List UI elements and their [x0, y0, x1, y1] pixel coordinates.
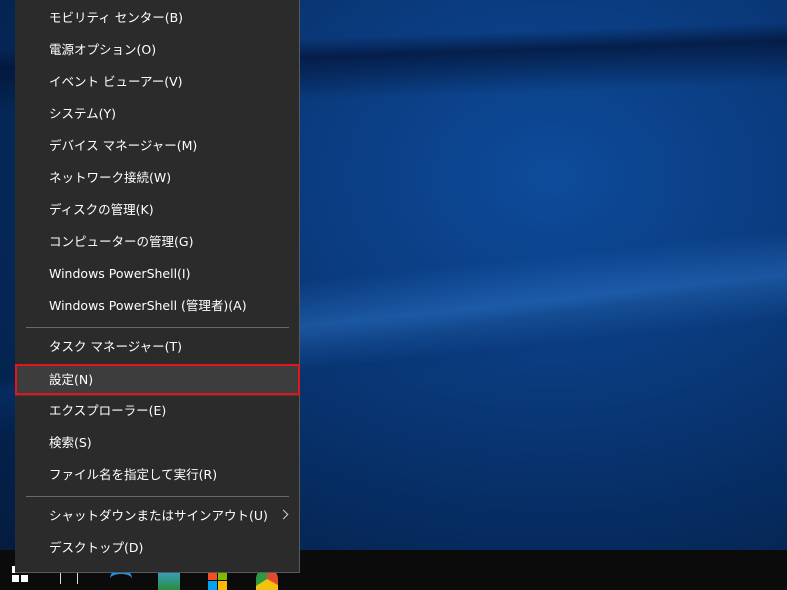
- menu-item-desktop[interactable]: デスクトップ(D): [15, 532, 299, 564]
- menu-item-run[interactable]: ファイル名を指定して実行(R): [15, 459, 299, 491]
- menu-item-settings[interactable]: 設定(N): [15, 364, 299, 396]
- menu-item-label: 検索(S): [49, 435, 92, 450]
- menu-item-label: シャットダウンまたはサインアウト(U): [49, 508, 268, 523]
- winx-context-menu: モビリティ センター(B) 電源オプション(O) イベント ビューアー(V) シ…: [15, 0, 300, 573]
- menu-item-label: システム(Y): [49, 106, 117, 121]
- menu-item-power-options[interactable]: 電源オプション(O): [15, 34, 299, 66]
- wallpaper-light-beam: [290, 227, 787, 373]
- menu-item-system[interactable]: システム(Y): [15, 98, 299, 130]
- menu-item-computer-management[interactable]: コンピューターの管理(G): [15, 226, 299, 258]
- menu-item-label: ディスクの管理(K): [49, 202, 154, 217]
- menu-item-network-connections[interactable]: ネットワーク接続(W): [15, 162, 299, 194]
- menu-item-label: モビリティ センター(B): [49, 10, 184, 25]
- menu-item-mobility-center[interactable]: モビリティ センター(B): [15, 2, 299, 34]
- menu-separator: [26, 327, 289, 328]
- menu-separator: [26, 496, 289, 497]
- menu-item-event-viewer[interactable]: イベント ビューアー(V): [15, 66, 299, 98]
- menu-item-label: ネットワーク接続(W): [49, 170, 172, 185]
- menu-item-label: イベント ビューアー(V): [49, 74, 183, 89]
- menu-item-task-manager[interactable]: タスク マネージャー(T): [15, 331, 299, 363]
- menu-item-shutdown-signout[interactable]: シャットダウンまたはサインアウト(U): [15, 500, 299, 532]
- menu-item-label: 電源オプション(O): [49, 42, 157, 57]
- menu-item-label: タスク マネージャー(T): [49, 339, 182, 354]
- menu-item-label: Windows PowerShell (管理者)(A): [49, 298, 247, 313]
- menu-item-powershell[interactable]: Windows PowerShell(I): [15, 258, 299, 290]
- menu-item-search[interactable]: 検索(S): [15, 427, 299, 459]
- menu-item-powershell-admin[interactable]: Windows PowerShell (管理者)(A): [15, 290, 299, 322]
- menu-item-device-manager[interactable]: デバイス マネージャー(M): [15, 130, 299, 162]
- menu-item-label: エクスプローラー(E): [49, 403, 167, 418]
- chevron-right-icon: [278, 509, 289, 520]
- menu-item-explorer[interactable]: エクスプローラー(E): [15, 395, 299, 427]
- menu-item-disk-management[interactable]: ディスクの管理(K): [15, 194, 299, 226]
- menu-item-label: デスクトップ(D): [49, 540, 144, 555]
- menu-item-label: 設定(N): [49, 372, 94, 387]
- menu-item-label: デバイス マネージャー(M): [49, 138, 198, 153]
- menu-item-label: Windows PowerShell(I): [49, 266, 191, 281]
- menu-item-label: コンピューターの管理(G): [49, 234, 194, 249]
- menu-item-label: ファイル名を指定して実行(R): [49, 467, 218, 482]
